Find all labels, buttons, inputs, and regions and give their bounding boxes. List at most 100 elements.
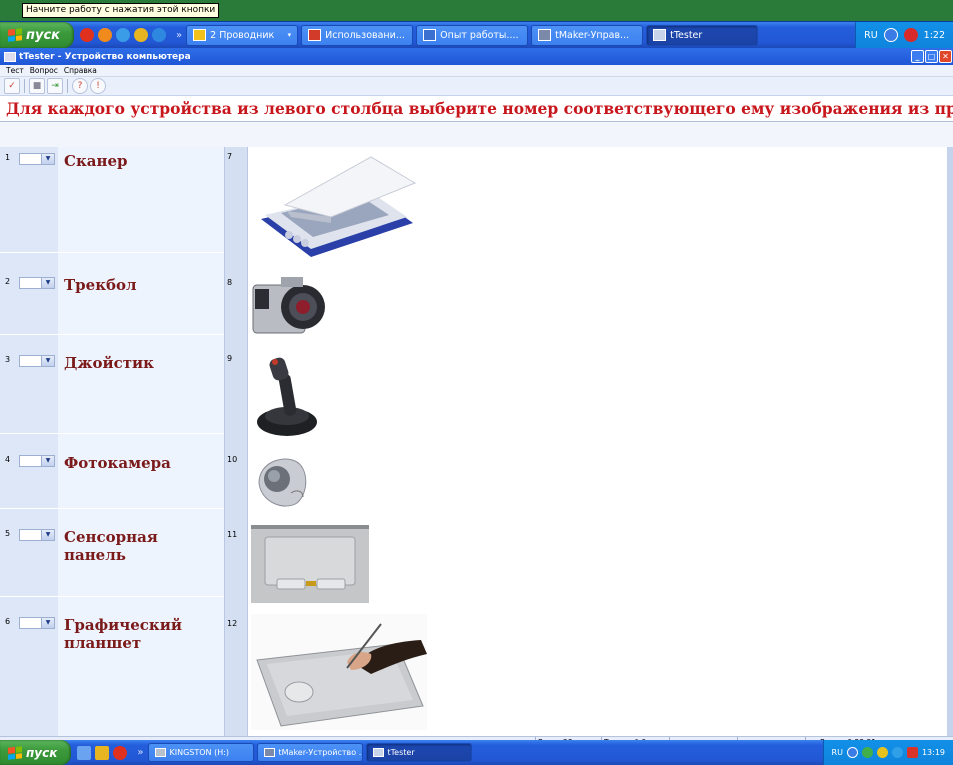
maximize-button[interactable]: □: [925, 50, 938, 63]
task-word-2[interactable]: Опыт работы....: [416, 24, 529, 46]
row-divider: [0, 596, 224, 597]
device-number: 2: [5, 277, 11, 286]
opera-icon[interactable]: [80, 28, 94, 42]
windows-flag-icon: [8, 745, 22, 760]
graphics-tablet-image: [251, 614, 427, 730]
language-indicator[interactable]: RU: [864, 30, 878, 41]
utility-icon[interactable]: [134, 28, 148, 42]
stop-icon[interactable]: ■: [29, 78, 45, 94]
firefox-icon[interactable]: [98, 28, 112, 42]
back-arrow-icon[interactable]: [883, 28, 898, 42]
tmaker-icon: [263, 748, 275, 757]
quick-launch-chevron-icon[interactable]: »: [172, 30, 186, 41]
device-label: Сканер: [64, 152, 128, 170]
device-label: Джойстик: [64, 354, 154, 372]
image-number: 11: [227, 530, 238, 539]
menu-help[interactable]: Справка: [64, 65, 97, 76]
answer-select[interactable]: ▼: [19, 355, 55, 367]
help-icon[interactable]: ?: [72, 78, 88, 94]
row-divider: [0, 334, 224, 335]
answer-select[interactable]: ▼: [19, 277, 55, 289]
device-number: 3: [5, 355, 11, 364]
app-icon: [4, 51, 16, 62]
device-number: 1: [5, 153, 11, 162]
close-button[interactable]: ✕: [939, 50, 952, 63]
answer-select[interactable]: ▼: [19, 529, 55, 541]
word-icon: [423, 29, 437, 41]
camera-image: [252, 277, 325, 334]
task-label: tTester: [670, 29, 703, 41]
chevron-down-icon: ▼: [41, 278, 54, 288]
joystick-image: [257, 357, 317, 436]
device-label: Трекбол: [64, 276, 137, 294]
touchpad-image: [251, 525, 369, 603]
task-ttester[interactable]: tTester: [646, 24, 759, 46]
taskbar-bottom: пуск » KINGSTON (H:) tMaker-Устройство .…: [0, 740, 953, 765]
answer-select[interactable]: ▼: [19, 455, 55, 467]
ttester-window: tTester - Устройство компьютера _ □ ✕ Те…: [0, 48, 953, 748]
start-button[interactable]: пуск: [0, 22, 74, 48]
device-number: 6: [5, 617, 11, 626]
folder-icon: [193, 29, 207, 41]
device-number: 5: [5, 529, 11, 538]
minimize-button[interactable]: _: [911, 50, 924, 63]
window-titlebar[interactable]: tTester - Устройство компьютера _ □ ✕: [0, 48, 953, 65]
media-player-icon[interactable]: [116, 28, 130, 42]
task-kingston[interactable]: KINGSTON (H:): [147, 743, 254, 762]
app-icon[interactable]: [95, 745, 110, 760]
task-label: KINGSTON (H:): [169, 748, 230, 757]
next-question-icon[interactable]: ⇥: [47, 78, 63, 94]
language-indicator[interactable]: RU: [832, 748, 843, 757]
drive-icon: [154, 748, 166, 757]
menu-test[interactable]: Тест: [6, 65, 24, 76]
images-number-column: 7 8 9 10 11 12: [224, 147, 248, 737]
ie-icon[interactable]: [152, 28, 166, 42]
antivirus-icon[interactable]: [891, 747, 903, 758]
check-answers-icon[interactable]: ✓: [4, 78, 20, 94]
task-label: Использовани...: [325, 29, 405, 41]
chevron-down-icon: ▼: [41, 154, 54, 164]
toolbar-separator: [67, 79, 68, 93]
image-number: 9: [227, 354, 233, 363]
quick-launch: [71, 745, 133, 760]
task-word-1[interactable]: Использовани...: [301, 24, 414, 46]
chevron-down-icon: ▼: [41, 530, 54, 540]
monitor-icon[interactable]: [906, 747, 918, 758]
window-title: tTester - Устройство компьютера: [19, 51, 191, 62]
taskbar-top: пуск » 2 Проводник ▾ Использовани... Опы…: [0, 21, 953, 48]
device-number: 4: [5, 455, 11, 464]
document-icon: [308, 29, 322, 41]
ttester-icon: [372, 748, 384, 757]
task-tmaker[interactable]: tMaker-Управ...: [531, 24, 644, 46]
toolbar: ✓ ■ ⇥ ? !: [0, 77, 953, 96]
answer-select[interactable]: ▼: [19, 153, 55, 165]
opera-icon[interactable]: [113, 745, 128, 760]
toolbar-separator: [24, 79, 25, 93]
desktop-icon[interactable]: [77, 745, 92, 760]
windows-flag-icon: [8, 28, 22, 42]
system-tray: RU 1:22: [855, 22, 953, 48]
antivirus-icon[interactable]: [903, 28, 918, 42]
exit-icon[interactable]: !: [90, 78, 106, 94]
system-tray: RU 13:19: [822, 740, 953, 765]
back-arrow-icon[interactable]: [846, 747, 858, 758]
answer-select[interactable]: ▼: [19, 617, 55, 629]
quick-launch: [74, 28, 172, 42]
clock: 13:19: [921, 748, 945, 757]
task-ttester[interactable]: tTester: [365, 743, 472, 762]
images-column: [248, 147, 953, 737]
quick-launch-chevron-icon[interactable]: »: [133, 747, 147, 758]
device-label: Графический планшет: [64, 616, 182, 652]
row-divider: [0, 433, 224, 434]
matching-area: 1 ▼ Сканер 2 ▼ Трекбол 3 ▼ Джойстик 4 ▼: [0, 147, 953, 737]
chevron-down-icon: ▼: [41, 456, 54, 466]
task-explorer[interactable]: 2 Проводник ▾: [186, 24, 299, 46]
task-tmaker[interactable]: tMaker-Устройство ...: [256, 743, 363, 762]
menu-question[interactable]: Вопрос: [30, 65, 58, 76]
start-button[interactable]: пуск: [0, 740, 72, 765]
start-tooltip: Начните работу с нажатия этой кнопки: [22, 3, 220, 18]
network-icon[interactable]: [861, 747, 873, 758]
device-label: Фотокамера: [64, 454, 171, 472]
speaker-icon[interactable]: [876, 747, 888, 758]
task-label: tTester: [387, 748, 415, 757]
